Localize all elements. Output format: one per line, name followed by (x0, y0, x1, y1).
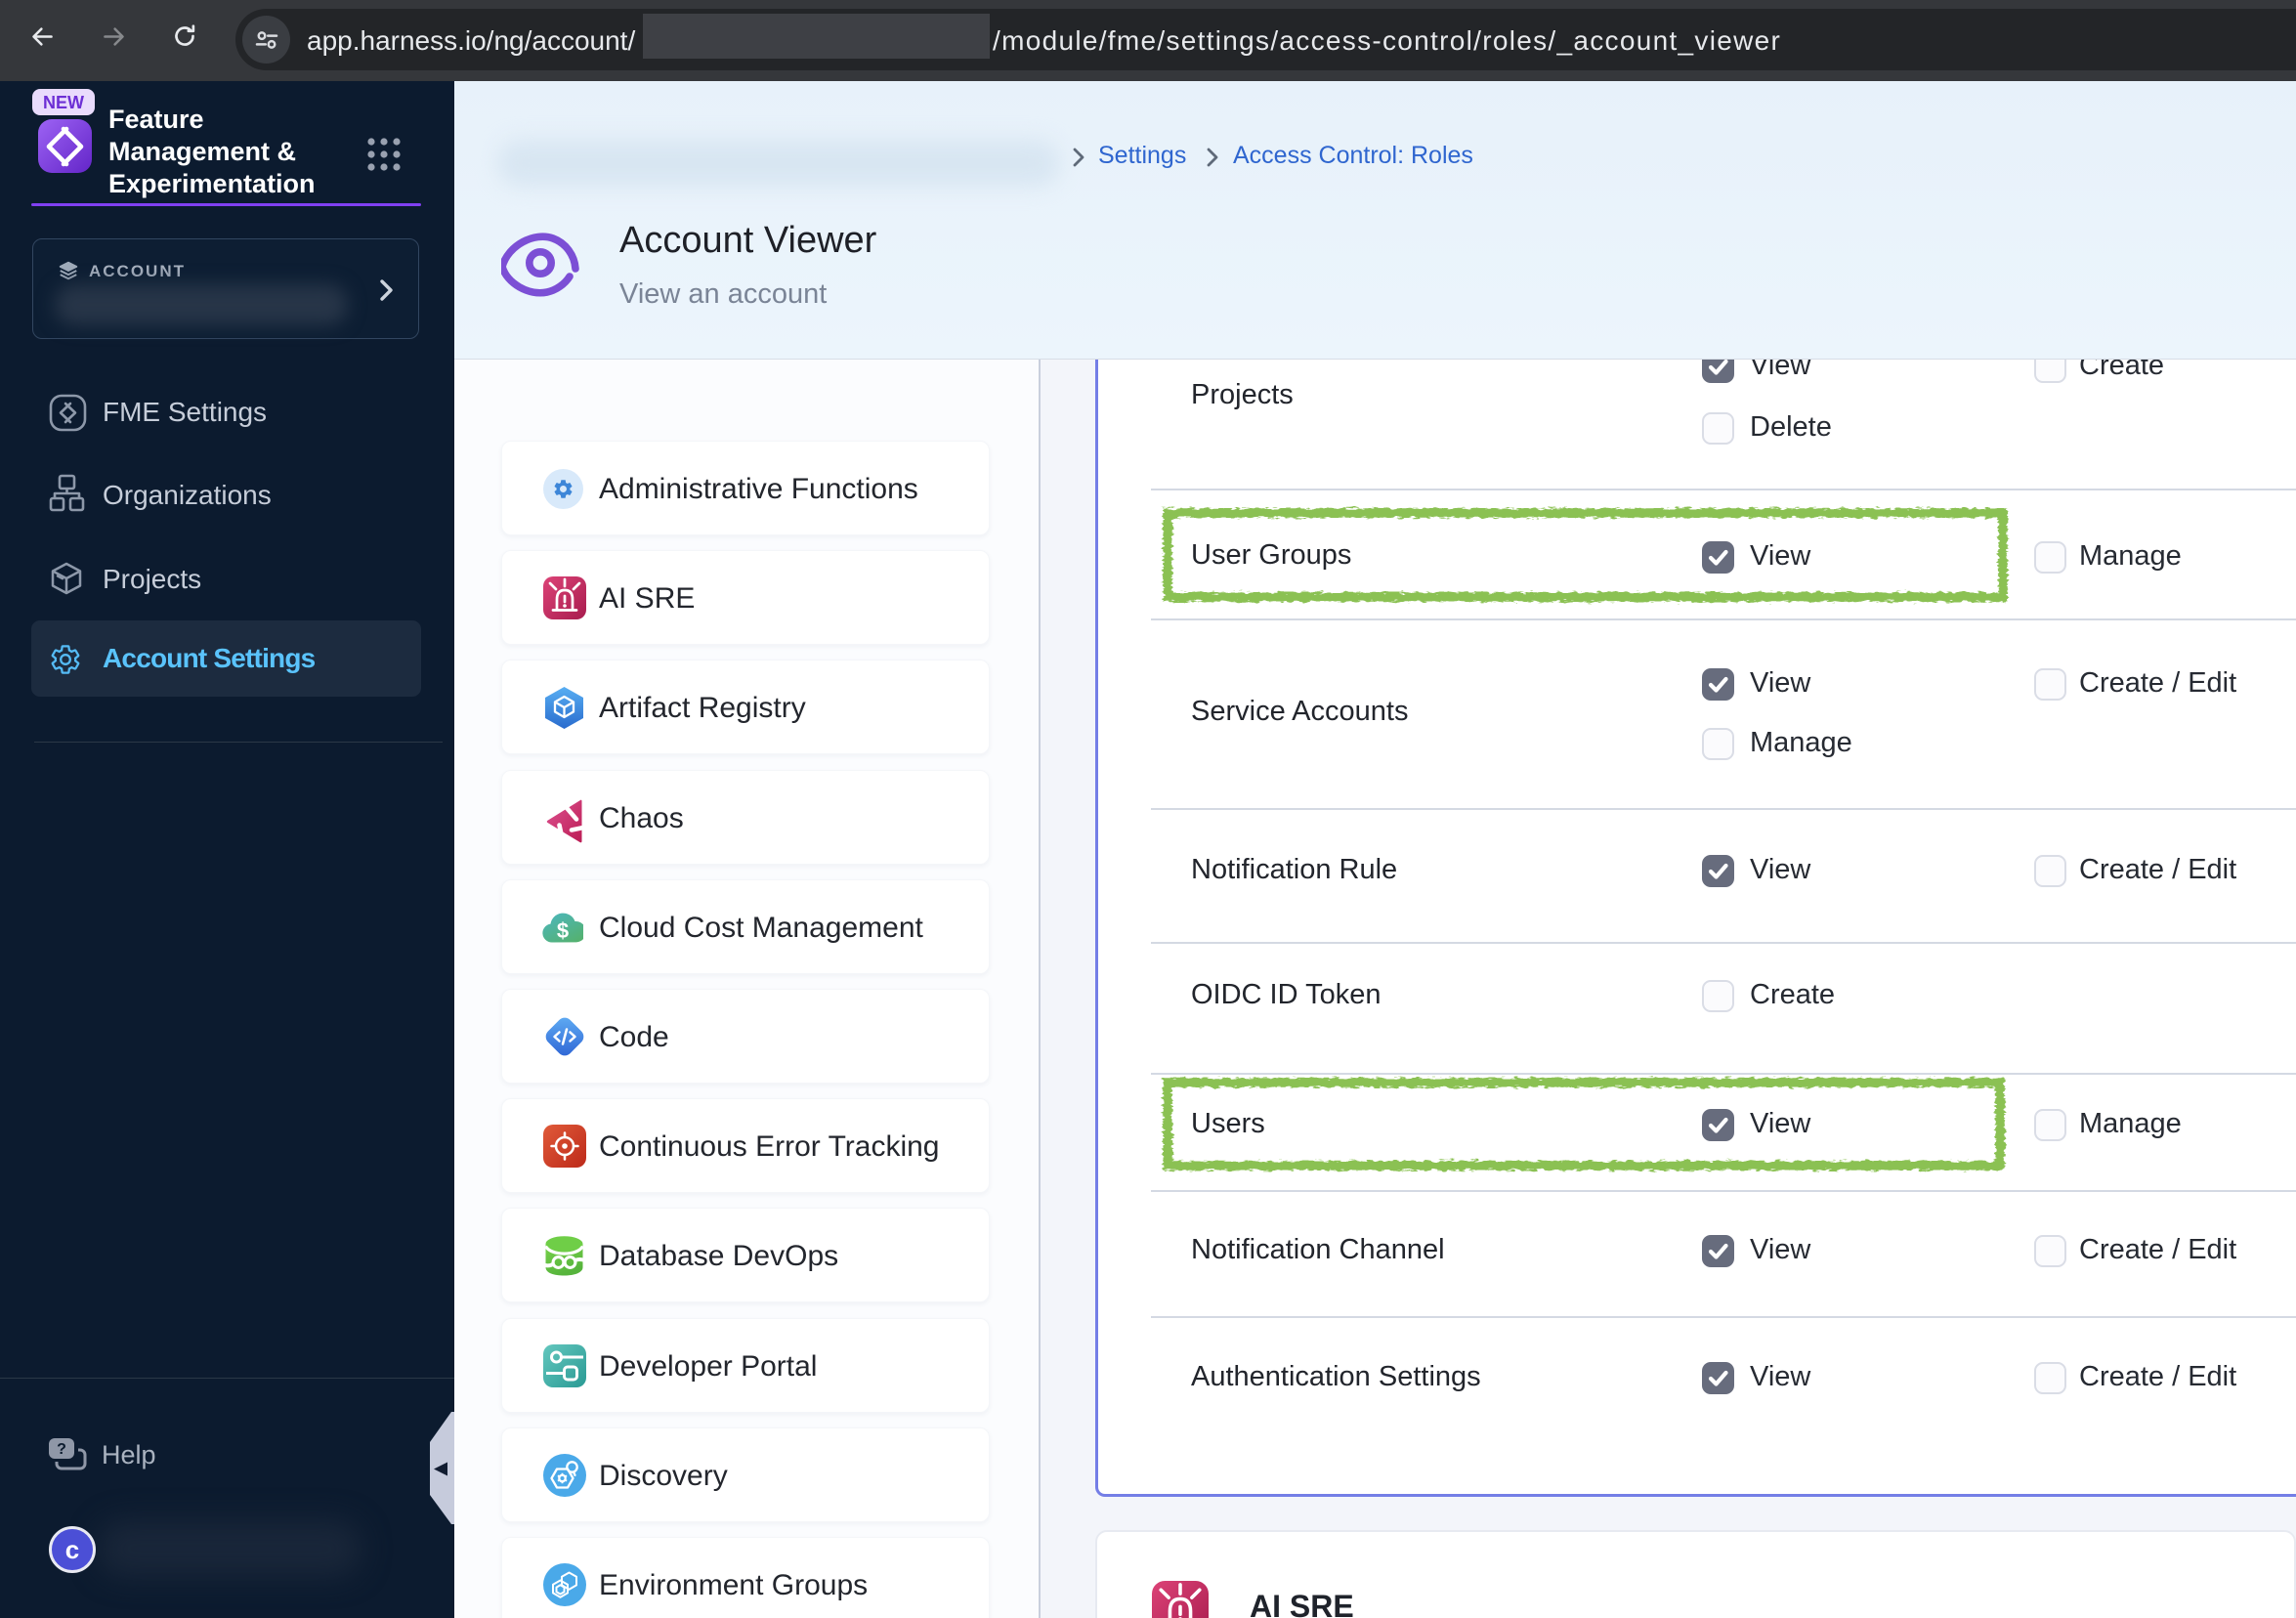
svg-text:?: ? (57, 1441, 66, 1458)
